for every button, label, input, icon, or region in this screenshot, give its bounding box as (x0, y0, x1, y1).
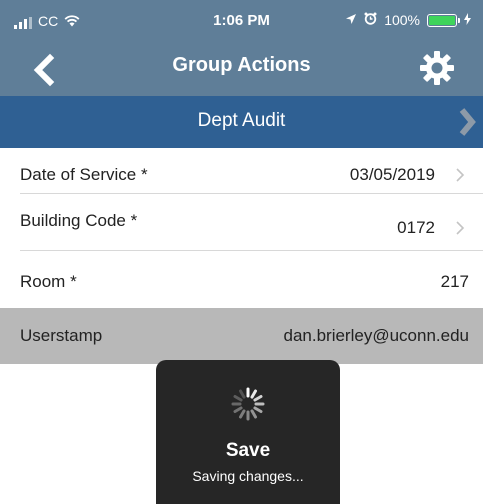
alarm-icon (364, 12, 377, 28)
chevron-right-icon (459, 108, 476, 136)
building-code-row[interactable]: Building Code * 0172 (0, 194, 483, 250)
location-icon (345, 12, 357, 28)
battery-icon (427, 13, 460, 27)
userstamp-value: dan.brierley@uconn.edu (283, 326, 470, 345)
building-code-label: Building Code * (20, 211, 138, 230)
building-code-value: 0172 (397, 218, 435, 237)
saving-toast: Save Saving changes... (156, 360, 340, 504)
chevron-right-icon (456, 168, 465, 182)
chevron-right-icon (456, 221, 465, 235)
section-header[interactable]: Dept Audit (0, 96, 483, 148)
battery-percent: 100% (384, 12, 420, 28)
status-bar: CC 1:06 PM 100% (0, 0, 483, 44)
userstamp-label: Userstamp (20, 326, 103, 345)
spinner-icon (231, 387, 265, 421)
section-title: Dept Audit (197, 110, 286, 131)
room-label: Room * (20, 272, 77, 291)
date-of-service-label: Date of Service * (20, 165, 148, 184)
status-right: 100% (345, 12, 471, 28)
date-of-service-value: 03/05/2019 (349, 165, 435, 184)
charging-icon (464, 12, 471, 28)
page-title: Group Actions (172, 54, 311, 76)
userstamp-row: Userstamp dan.brierley@uconn.edu (0, 308, 483, 364)
settings-button[interactable] (419, 50, 455, 86)
gear-icon (420, 51, 454, 85)
battery-fill (429, 15, 455, 25)
room-row[interactable]: Room * 217 (0, 251, 483, 307)
toast-message: Saving changes... (192, 468, 304, 484)
nav-bar: Group Actions (0, 44, 483, 96)
toast-title: Save (225, 440, 271, 461)
room-value: 217 (440, 272, 469, 291)
